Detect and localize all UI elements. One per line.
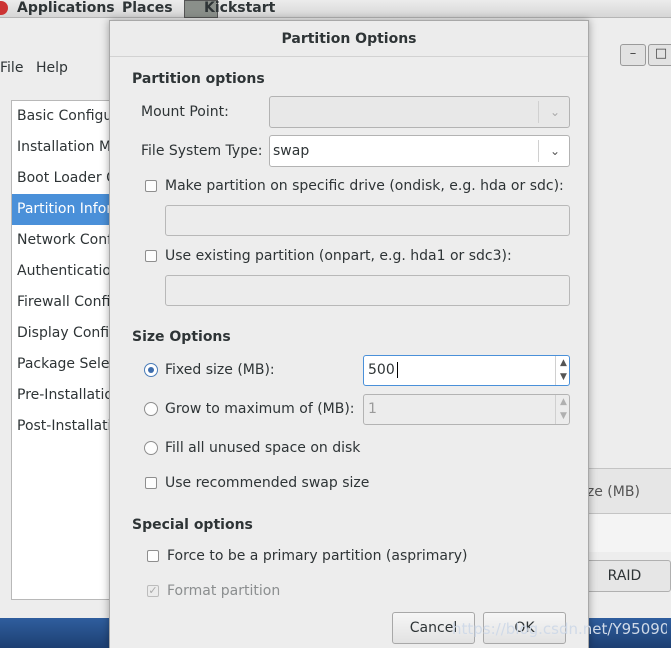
dialog-title: Partition Options (110, 21, 588, 57)
grow-max-label[interactable]: Grow to maximum of (MB): (165, 401, 355, 417)
top-panel: Applications Places Kickstart (0, 0, 671, 18)
fs-type-value: swap (273, 143, 310, 159)
fill-unused-label[interactable]: Fill all unused space on disk (165, 440, 360, 456)
partition-options-dialog: Partition Options Partition options Moun… (109, 20, 589, 648)
fixed-size-label[interactable]: Fixed size (MB): (165, 362, 275, 378)
maximize-button[interactable]: □ (648, 44, 671, 66)
fixed-size-spinbox[interactable]: 500 ▲ ▼ (363, 355, 570, 386)
specific-drive-input[interactable] (165, 205, 570, 236)
partition-table-body (578, 514, 671, 552)
category-item-basic-configuration[interactable]: Basic Configur (12, 101, 122, 132)
category-item-pre-installation[interactable]: Pre-Installatio (12, 380, 122, 411)
category-item-partition-information[interactable]: Partition Infor (12, 194, 122, 225)
category-item-post-installation[interactable]: Post-Installati (12, 411, 122, 442)
spin-buttons: ▲ ▼ (555, 395, 570, 424)
fs-type-combobox[interactable]: swap ⌄ (269, 135, 570, 167)
combo-separator (538, 140, 539, 162)
category-item-boot-loader[interactable]: Boot Loader O (12, 163, 122, 194)
panel-applications-menu[interactable]: Applications (17, 0, 115, 18)
category-list: Basic Configur Installation Me Boot Load… (11, 100, 123, 600)
existing-partition-input[interactable] (165, 275, 570, 306)
special-options-heading: Special options (132, 517, 253, 533)
fill-unused-radio[interactable] (144, 441, 158, 455)
specific-drive-checkbox[interactable] (145, 180, 157, 192)
applications-icon[interactable] (0, 1, 8, 15)
spin-down-icon[interactable]: ▼ (556, 409, 571, 423)
panel-places-menu[interactable]: Places (122, 0, 173, 18)
checkmark-icon: ✓ (148, 584, 158, 597)
existing-partition-checkbox[interactable] (145, 250, 157, 262)
chevron-down-icon[interactable]: ⌄ (545, 102, 565, 122)
spin-up-icon[interactable]: ▲ (556, 395, 571, 409)
category-item-package-selection[interactable]: Package Selec (12, 349, 122, 380)
menu-help[interactable]: Help (36, 60, 68, 76)
watermark-text: https://blog.csdn.net/Y950904 (452, 620, 667, 638)
menu-file[interactable]: File (0, 60, 23, 76)
text-cursor (397, 362, 398, 378)
grow-max-spinbox[interactable]: 1 ▲ ▼ (363, 394, 570, 425)
partition-table-size-column-header[interactable]: ize (MB) (578, 468, 671, 514)
category-item-installation-method[interactable]: Installation Me (12, 132, 122, 163)
mount-point-combobox[interactable]: ⌄ (269, 96, 570, 128)
recommended-swap-checkbox[interactable] (145, 477, 157, 489)
radio-selected-dot (148, 367, 154, 373)
category-item-network-configuration[interactable]: Network Confi (12, 225, 122, 256)
category-item-display-configuration[interactable]: Display Config (12, 318, 122, 349)
category-item-firewall-configuration[interactable]: Firewall Confi (12, 287, 122, 318)
force-primary-label[interactable]: Force to be a primary partition (asprima… (167, 548, 468, 564)
mount-point-label: Mount Point: (141, 104, 229, 120)
partition-options-heading: Partition options (132, 71, 265, 87)
fs-type-label: File System Type: (141, 143, 263, 159)
minimize-button[interactable]: – (620, 44, 646, 66)
recommended-swap-label[interactable]: Use recommended swap size (165, 475, 369, 491)
fixed-size-value: 500 (368, 362, 395, 378)
chevron-down-icon[interactable]: ⌄ (545, 141, 565, 161)
category-item-authentication[interactable]: Authentication (12, 256, 122, 287)
spin-down-icon[interactable]: ▼ (556, 370, 571, 384)
combo-separator (538, 101, 539, 123)
size-options-heading: Size Options (132, 329, 231, 345)
grow-max-radio[interactable] (144, 402, 158, 416)
grow-max-value: 1 (368, 401, 377, 417)
fixed-size-radio[interactable] (144, 363, 158, 377)
spin-up-icon[interactable]: ▲ (556, 356, 571, 370)
spin-buttons: ▲ ▼ (555, 356, 570, 385)
format-partition-label: Format partition (167, 583, 281, 599)
raid-button[interactable]: RAID (578, 560, 671, 592)
specific-drive-label[interactable]: Make partition on specific drive (ondisk… (165, 178, 564, 194)
panel-kickstart-label[interactable]: Kickstart (204, 0, 275, 18)
format-partition-checkbox: ✓ (147, 585, 159, 597)
force-primary-checkbox[interactable] (147, 550, 159, 562)
existing-partition-label[interactable]: Use existing partition (onpart, e.g. hda… (165, 248, 512, 264)
